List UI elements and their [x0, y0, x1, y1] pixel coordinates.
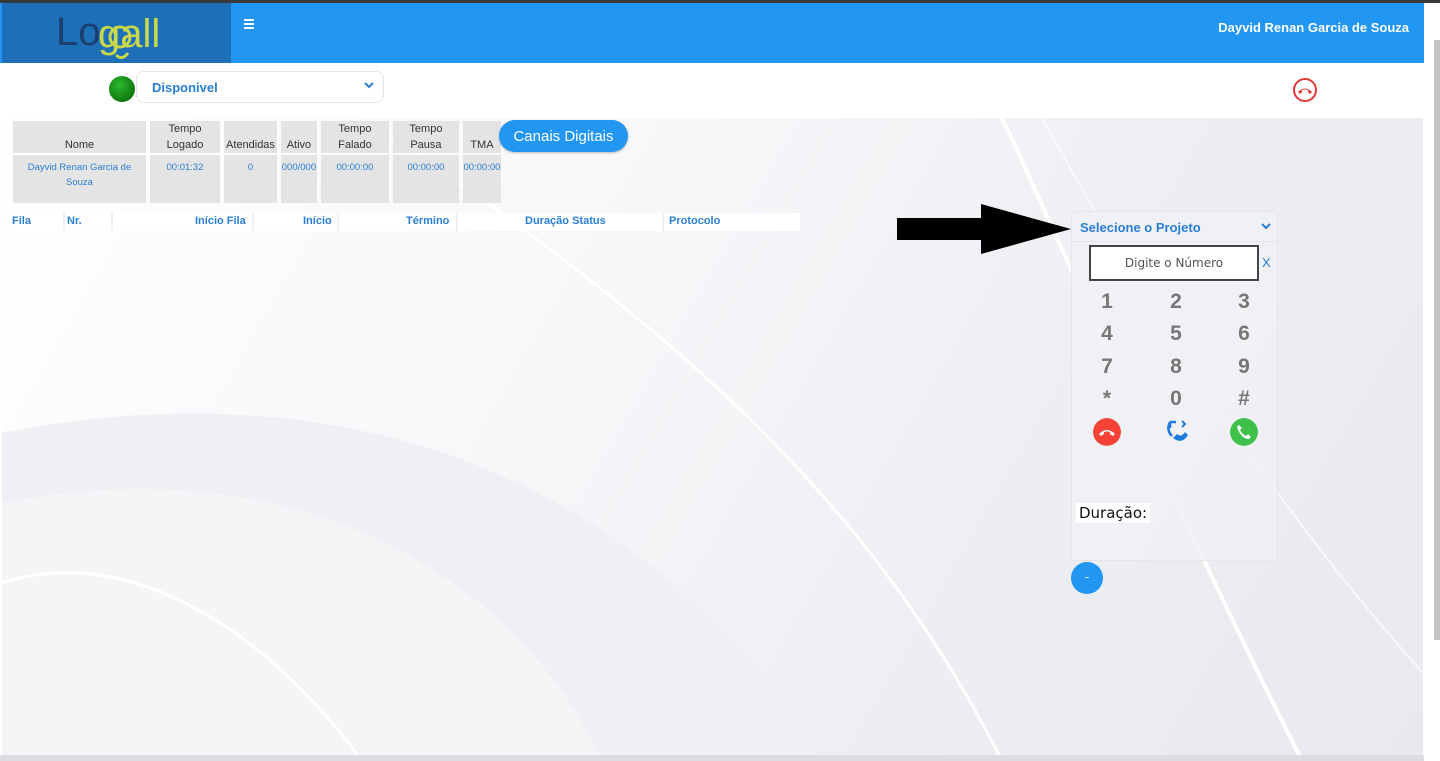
dial-key-2[interactable]: 2 [1161, 289, 1191, 315]
app-header: Lo gall Dayvid Renan Garcia de Souza [0, 3, 1424, 63]
header-atendidas: Atendidas [224, 121, 277, 153]
header-duracao-status: Duração Status [525, 215, 606, 227]
hamburger-icon[interactable] [243, 17, 261, 35]
project-select-value: Selecione o Projeto [1080, 220, 1201, 235]
dial-key-6[interactable]: 6 [1229, 321, 1259, 347]
cell-tempo-falado: 00:00:00 [320, 155, 389, 203]
dial-key-8[interactable]: 8 [1161, 354, 1191, 380]
dial-key-0[interactable]: 0 [1161, 386, 1191, 412]
queue-table-header: Fila Nr. Início Fila Início Término Dura… [9, 213, 800, 231]
column-divider [111, 213, 113, 231]
column-divider [662, 213, 664, 231]
main-content: Disponivel Nome Tempo Logado Atendidas A… [2, 63, 1423, 761]
header-tempo-falado: Tempo Falado [320, 121, 389, 153]
duration-label: Duração: [1076, 503, 1151, 523]
header-tempo-pausa: Tempo Pausa [392, 121, 459, 153]
pointer-arrow-icon [897, 204, 1071, 254]
cell-nome: Dayvid Renan Garcia de Souza [13, 155, 146, 203]
dial-key-hash[interactable]: # [1229, 386, 1259, 412]
header-ativo: Ativo [280, 121, 317, 153]
minimize-dialer-button[interactable]: - [1071, 562, 1103, 594]
column-divider [63, 213, 65, 231]
agent-stats-table: Nome Tempo Logado Atendidas Ativo Tempo … [9, 119, 505, 205]
logo[interactable]: Lo gall [2, 3, 231, 63]
dial-key-4[interactable]: 4 [1092, 321, 1122, 347]
column-divider [456, 213, 458, 231]
page-scrollbar[interactable] [1434, 40, 1440, 640]
status-select[interactable]: Disponivel [136, 71, 384, 103]
status-indicator-icon [109, 76, 135, 102]
canais-digitais-button[interactable]: Canais Digitais [499, 120, 628, 152]
status-select-value: Disponivel [152, 80, 218, 95]
dial-key-star[interactable]: * [1092, 386, 1122, 412]
hangup-call-icon[interactable] [1093, 418, 1121, 446]
logout-hangup-icon[interactable] [1292, 77, 1318, 103]
cell-tempo-pausa: 00:00:00 [392, 155, 459, 203]
dial-key-1[interactable]: 1 [1092, 289, 1122, 315]
header-tma: TMA [462, 121, 501, 153]
dial-key-5[interactable]: 5 [1161, 321, 1191, 347]
bottom-edge [0, 755, 1424, 761]
dial-key-7[interactable]: 7 [1092, 354, 1122, 380]
dial-key-3[interactable]: 3 [1229, 289, 1259, 315]
table-row: Dayvid Renan Garcia de Souza 00:01:32 0 … [13, 155, 501, 203]
user-name[interactable]: Dayvid Renan Garcia de Souza [1218, 20, 1409, 35]
scrollbar-thumb[interactable] [1434, 40, 1440, 640]
logo-mark: Lo gall [56, 10, 160, 60]
column-divider [337, 213, 339, 231]
project-select[interactable]: Selecione o Projeto [1072, 212, 1279, 242]
hamburger-icon-glyph [244, 19, 254, 29]
chevron-down-icon [1261, 223, 1271, 230]
cell-tma: 00:00:00 [462, 155, 501, 203]
header-inicio: Início [303, 215, 332, 227]
dial-key-9[interactable]: 9 [1229, 354, 1259, 380]
clear-number-button[interactable]: X [1262, 255, 1271, 270]
cell-ativo: 000/000 [280, 155, 317, 203]
phone-number-input[interactable] [1089, 245, 1259, 281]
chevron-down-icon [364, 82, 374, 89]
column-divider [252, 213, 254, 231]
dialer-panel: Selecione o Projeto X 1 2 3 4 5 6 7 8 9 … [1071, 211, 1279, 561]
header-protocolo: Protocolo [669, 215, 721, 227]
answer-call-icon[interactable] [1230, 418, 1258, 446]
header-tempo-logado: Tempo Logado [150, 121, 220, 153]
cell-atendidas: 0 [224, 155, 277, 203]
header-nr: Nr. [67, 215, 82, 227]
svg-text:Lo: Lo [56, 10, 101, 54]
cell-tempo-logado: 00:01:32 [150, 155, 220, 203]
header-inicio-fila: Início Fila [195, 215, 246, 227]
header-fila: Fila [12, 215, 31, 227]
header-nome: Nome [13, 121, 146, 153]
header-termino: Término [406, 215, 450, 227]
transfer-call-icon[interactable] [1162, 418, 1190, 446]
